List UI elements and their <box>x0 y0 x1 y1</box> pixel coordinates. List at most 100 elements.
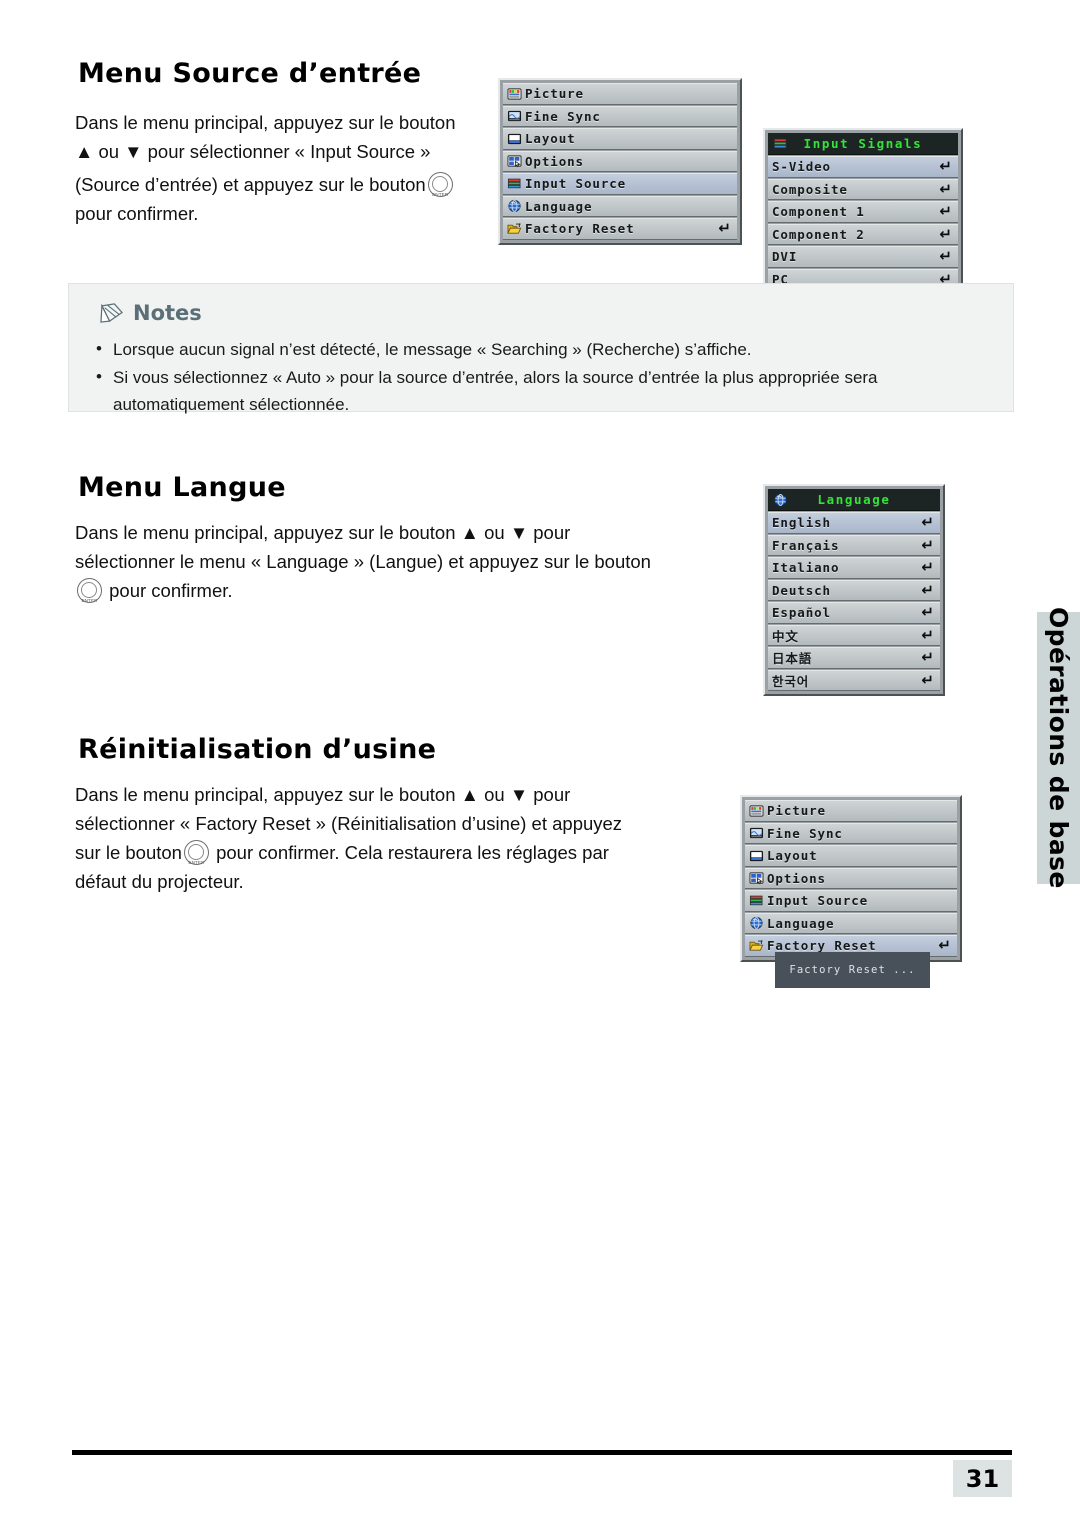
osd-menu-item[interactable]: Component 1 ↵ <box>768 201 958 223</box>
enter-arrow-icon: ↵ <box>939 224 952 243</box>
osd-menu-item-label: Deutsch <box>772 582 831 598</box>
side-tab-label: Opérations de base <box>1044 607 1073 889</box>
osd-menu-item[interactable]: Language <box>503 195 737 217</box>
enter-button-icon <box>427 172 453 209</box>
osd-menu-item[interactable]: Options <box>503 150 737 172</box>
page-number: 31 <box>965 1464 1000 1493</box>
osd-menu-item[interactable]: Input Source <box>503 173 737 195</box>
osd-menu-item-label: Factory Reset <box>525 221 635 237</box>
notes-title: Notes <box>133 301 202 325</box>
paragraph-factory-reset-b: sur le bouton pour confirmer. Cela resta… <box>75 838 695 896</box>
osd-menu-item-label: 中文 <box>772 628 799 644</box>
factory-reset-toast: Factory Reset ... <box>775 952 930 988</box>
footer-divider <box>72 1450 1012 1455</box>
osd-menu-item-label: 日本語 <box>772 651 813 667</box>
text-line: pour confirmer. <box>109 580 233 601</box>
factory-reset-icon <box>749 939 764 951</box>
osd-menu-item[interactable]: Input Source <box>745 890 957 912</box>
osd-main-menu-top[interactable]: Picture Fine Sync Layout Options Input Sourc… <box>498 78 742 245</box>
osd-menu-item[interactable]: 한국어 ↵ <box>768 669 940 691</box>
picture-icon <box>749 805 764 817</box>
input-source-icon <box>773 138 787 148</box>
osd-menu-item-label: Options <box>767 870 826 886</box>
pencil-icon <box>100 303 123 323</box>
enter-arrow-icon: ↵ <box>921 625 934 644</box>
note-item: Si vous sélectionnez « Auto » pour la so… <box>91 363 995 418</box>
osd-menu-item-label: Picture <box>525 86 584 102</box>
osd-menu-item-label: English <box>772 515 831 531</box>
section-title-factory-reset: Réinitialisation d’usine <box>78 734 437 765</box>
factory-reset-icon <box>507 222 522 234</box>
osd-menu-item-label: Factory Reset <box>767 938 877 954</box>
enter-arrow-icon: ↵ <box>939 179 952 198</box>
page-number-badge: 31 <box>953 1460 1012 1497</box>
osd-menu-item[interactable]: Fine Sync <box>745 822 957 844</box>
osd-menu-item-label: Español <box>772 605 831 621</box>
enter-arrow-icon: ↵ <box>921 558 934 577</box>
enter-button-icon <box>183 840 209 877</box>
osd-menu-item[interactable]: English ↵ <box>768 512 940 534</box>
osd-menu-item-label: Layout <box>525 131 576 147</box>
osd-language-menu[interactable]: Language English ↵ Français ↵ Italiano ↵ Deutsc… <box>763 484 945 696</box>
osd-menu-item-label: Composite <box>772 181 848 197</box>
enter-arrow-icon: ↵ <box>921 513 934 532</box>
osd-menu-item[interactable]: Picture <box>745 800 957 822</box>
osd-menu-item[interactable]: Factory Reset ↵ <box>503 218 737 240</box>
text-line: Dans le menu principal, appuyez sur le b… <box>75 112 456 133</box>
osd-main-menu-bottom[interactable]: Picture Fine Sync Layout Options Input Sourc… <box>740 795 962 962</box>
paragraph-factory-reset-a: Dans le menu principal, appuyez sur le b… <box>75 780 700 838</box>
enter-button-icon <box>77 578 102 615</box>
osd-menu-item[interactable]: Fine Sync <box>503 105 737 127</box>
osd-menu-item-label: S-Video <box>772 159 831 175</box>
fine-sync-icon <box>507 111 522 122</box>
osd-menu-item[interactable]: Layout <box>745 845 957 867</box>
layout-icon <box>507 133 522 144</box>
osd-menu-item[interactable]: Français ↵ <box>768 534 940 556</box>
osd-menu-item[interactable]: Italiano ↵ <box>768 557 940 579</box>
osd-menu-item[interactable]: S-Video ↵ <box>768 156 958 178</box>
enter-arrow-icon: ↵ <box>921 648 934 667</box>
osd-menu-item[interactable]: Picture <box>503 83 737 105</box>
text-line: ▲ ou ▼ pour sélectionner « Input Source … <box>75 141 431 162</box>
osd-menu-item-label: Input Source <box>525 176 627 192</box>
osd-input-signals-menu[interactable]: Input Signals S-Video ↵ Composite ↵ Component… <box>763 128 963 295</box>
enter-arrow-icon: ↵ <box>939 157 952 176</box>
osd-menu-item-label: 한국어 <box>772 673 810 689</box>
text-line: sélectionner « Factory Reset » (Réinitia… <box>75 813 623 834</box>
enter-arrow-icon: ↵ <box>938 936 951 955</box>
options-icon <box>749 872 764 885</box>
enter-arrow-icon: ↵ <box>921 670 934 689</box>
osd-menu-item[interactable]: Español ↵ <box>768 602 940 624</box>
osd-menu-item[interactable]: Component 2 ↵ <box>768 223 958 245</box>
osd-menu-item-label: DVI <box>772 249 798 265</box>
text-line: Dans le menu principal, appuyez sur le b… <box>75 784 571 805</box>
paragraph-input-source-a: Dans le menu principal, appuyez sur le b… <box>75 108 495 166</box>
notes-list: Lorsque aucun signal n’est détecté, le m… <box>91 335 995 419</box>
language-globe-icon <box>750 917 763 930</box>
fine-sync-icon <box>749 828 764 839</box>
osd-menu-item[interactable]: 中文 ↵ <box>768 624 940 646</box>
paragraph-language-a: Dans le menu principal, appuyez sur le b… <box>75 518 715 576</box>
osd-menu-item[interactable]: Deutsch ↵ <box>768 579 940 601</box>
text-line: défaut du projecteur. <box>75 871 244 892</box>
osd-menu-item[interactable]: Layout <box>503 128 737 150</box>
osd-menu-item-label: Language <box>525 198 593 214</box>
enter-arrow-icon: ↵ <box>921 535 934 554</box>
side-tab-operations: Opérations de base <box>1037 607 1080 889</box>
osd-menu-item[interactable]: 日本語 ↵ <box>768 647 940 669</box>
osd-menu-item-label: Options <box>525 153 584 169</box>
paragraph-input-source-b: (Source d’entrée) et appuyez sur le bout… <box>75 170 500 228</box>
osd-menu-header: Language <box>768 489 940 511</box>
osd-menu-item[interactable]: Language <box>745 912 957 934</box>
notes-callout: Notes Lorsque aucun signal n’est détecté… <box>68 283 1014 414</box>
osd-menu-item[interactable]: Composite ↵ <box>768 178 958 200</box>
input-source-icon <box>507 178 521 188</box>
osd-menu-item[interactable]: Options <box>745 867 957 889</box>
osd-menu-item-label: Component 1 <box>772 204 865 220</box>
section-title-language: Menu Langue <box>78 472 286 503</box>
text-line: sur le bouton <box>75 842 182 863</box>
osd-menu-item[interactable]: DVI ↵ <box>768 246 958 268</box>
osd-menu-item-label: Input Source <box>767 893 869 909</box>
options-icon <box>507 155 522 168</box>
enter-arrow-icon: ↵ <box>921 603 934 622</box>
